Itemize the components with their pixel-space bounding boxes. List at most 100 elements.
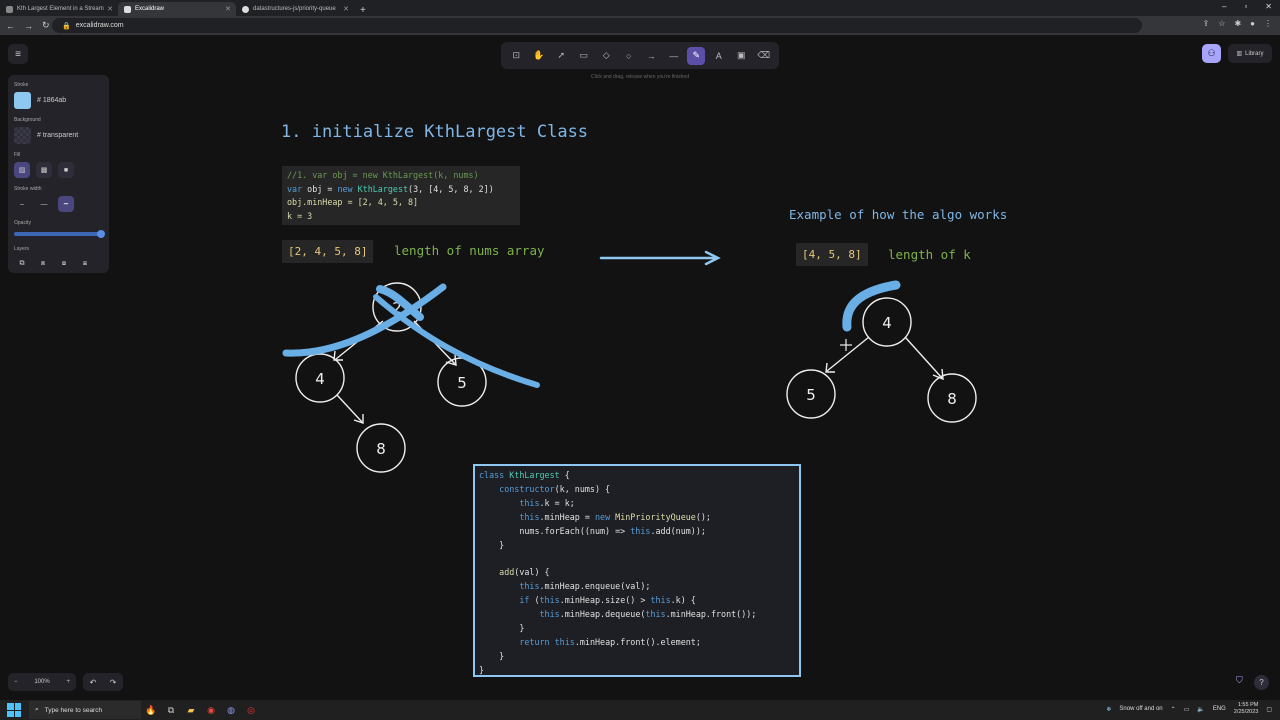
tab-title: Excalidraw (135, 6, 165, 12)
close-icon[interactable]: ✕ (107, 5, 113, 13)
fire-widget-icon[interactable]: 🔥 (141, 701, 161, 719)
code-token: .k) { (670, 595, 696, 606)
code-line: this.k = k; (479, 497, 795, 511)
zoom-level[interactable]: 100% (34, 679, 49, 685)
code-token: .minHeap.size() > (559, 595, 651, 606)
close-window-icon[interactable]: ✕ (1265, 2, 1272, 11)
tab-priority-queue[interactable]: datastructures-js/priority-queue ✕ (236, 2, 354, 16)
code-line: } (479, 622, 525, 633)
new-tab-button[interactable]: + (354, 5, 372, 16)
code-line: nums.forEach((num) => this.add(num)); (479, 525, 795, 539)
code-token: KthLargest (504, 470, 560, 480)
browser-extension-icons: ⇪ ☆ ✱ ● ⋮ (1203, 19, 1272, 28)
search-placeholder: Type here to search (44, 706, 103, 714)
recorder-icon[interactable]: ◎ (241, 701, 261, 719)
code-token: .minHeap.dequeue( (559, 609, 646, 620)
code-line: class KthLargest { (479, 469, 795, 483)
code-token: (k, nums) { (554, 483, 611, 494)
close-icon[interactable]: ✕ (225, 5, 231, 13)
forward-icon[interactable]: → (24, 21, 33, 31)
zoom-controls: − 100% + (8, 673, 76, 691)
code-line: this.minHeap.dequeue(this.minHeap.front(… (479, 608, 795, 622)
file-explorer-icon[interactable]: ▰ (181, 701, 201, 719)
tree2-root-label: 4 (882, 314, 892, 332)
code-line: this.minHeap = new MinPriorityQueue(); (479, 511, 795, 525)
favicon-icon (124, 5, 131, 13)
bookmark-icon[interactable]: ☆ (1218, 19, 1225, 28)
code-token: this (479, 511, 540, 522)
code-token: .add(num)); (650, 525, 706, 536)
browser-tab-strip: Kth Largest Element in a Stream ✕ Excali… (0, 0, 1280, 16)
extensions-icon[interactable]: ✱ (1234, 19, 1241, 28)
network-icon[interactable]: ▭ (1184, 706, 1190, 713)
code-line: constructor(k, nums) { (479, 483, 795, 497)
code-token: (); (695, 511, 711, 522)
url-field[interactable]: 🔒 excalidraw.com (52, 18, 1142, 33)
code-token: this (479, 609, 560, 620)
tree1-left-child-label: 8 (376, 440, 386, 458)
tray-chevron-icon[interactable]: ⌃ (1171, 706, 1176, 713)
weather-icon[interactable]: ❄ (1106, 706, 1111, 713)
minimize-icon[interactable]: – (1222, 2, 1226, 11)
address-bar-row: ← → ↻ 🔒 excalidraw.com ⇪ ☆ ✱ ● ⋮ (0, 16, 1280, 35)
menu-dots-icon[interactable]: ⋮ (1264, 19, 1272, 28)
clock-date: 2/25/2023 (1233, 709, 1259, 715)
profile-icon[interactable]: ● (1250, 19, 1255, 28)
language-indicator[interactable]: ENG (1213, 706, 1226, 712)
code-line: add(val) { (479, 566, 795, 580)
url-text: excalidraw.com (75, 22, 124, 29)
favicon-icon (6, 5, 13, 13)
code-token: this (549, 636, 575, 647)
tab-kth-largest[interactable]: Kth Largest Element in a Stream ✕ (0, 2, 118, 16)
tree1-left-label: 4 (315, 370, 325, 388)
class-code-block[interactable]: class KthLargest { constructor(k, nums) … (473, 464, 801, 677)
reload-icon[interactable]: ↻ (42, 20, 50, 31)
redo-icon[interactable]: ↷ (110, 678, 117, 687)
tab-excalidraw[interactable]: Excalidraw ✕ (118, 2, 236, 16)
system-tray: ❄ Snow off and on ⌃ ▭ 🔈 ENG 1:55 PM 2/25… (1106, 702, 1272, 716)
code-token: this (630, 525, 651, 536)
close-icon[interactable]: ✕ (343, 5, 349, 13)
code-token: if (479, 595, 530, 606)
share-page-icon[interactable]: ⇪ (1203, 19, 1210, 28)
code-token: this (650, 595, 671, 606)
back-icon[interactable]: ← (6, 21, 15, 31)
code-token: this (645, 609, 666, 620)
code-token: this (479, 581, 540, 592)
search-icon: ⌕ (35, 706, 39, 713)
code-token: this (539, 595, 560, 606)
taskbar-search[interactable]: ⌕ Type here to search (29, 701, 141, 719)
code-token: .minHeap.enqueue(val); (539, 581, 651, 592)
notifications-icon[interactable]: ▢ (1266, 706, 1272, 713)
code-token: .minHeap.front().element; (574, 636, 701, 647)
excalidraw-canvas[interactable]: ≡ ⊡ ✋ ➚ ▭ ◇ ○ → — ✎ A ▣ ⌫ Click and drag… (0, 35, 1280, 700)
code-token: .k = k; (539, 497, 575, 508)
undo-icon[interactable]: ↶ (90, 678, 97, 687)
code-token: constructor (479, 483, 555, 494)
code-token: (val) { (514, 567, 550, 578)
help-icon[interactable]: ? (1254, 675, 1269, 690)
weather-text[interactable]: Snow off and on (1119, 706, 1162, 712)
github-icon (242, 5, 249, 13)
tree2-left-label: 5 (806, 386, 816, 404)
code-line: } (479, 664, 485, 675)
code-token: ( (529, 595, 540, 606)
code-line: } (479, 539, 505, 550)
clock-time: 1:55 PM (1237, 702, 1259, 708)
code-token: nums.forEach((num) => (479, 525, 631, 536)
task-view-icon[interactable]: ⧉ (161, 701, 181, 719)
maximize-icon[interactable]: ▫ (1244, 2, 1247, 11)
zoom-out-button[interactable]: − (14, 679, 18, 685)
shield-icon[interactable]: ⛉ (1236, 675, 1243, 686)
windows-start-icon[interactable] (7, 703, 21, 717)
clock[interactable]: 1:55 PM 2/25/2023 (1234, 702, 1258, 716)
code-line: } (479, 650, 505, 661)
taskbar: ⌕ Type here to search 🔥 ⧉ ▰ ◉ ◍ ◎ ❄ Snow… (0, 700, 1280, 720)
code-token: .minHeap = (539, 511, 595, 522)
tree2-right-label: 8 (947, 390, 957, 408)
zoom-in-button[interactable]: + (66, 679, 70, 685)
code-token: class (479, 470, 505, 480)
volume-icon[interactable]: 🔈 (1197, 706, 1204, 713)
chrome-icon[interactable]: ◉ (201, 701, 221, 719)
discord-icon[interactable]: ◍ (221, 701, 241, 719)
